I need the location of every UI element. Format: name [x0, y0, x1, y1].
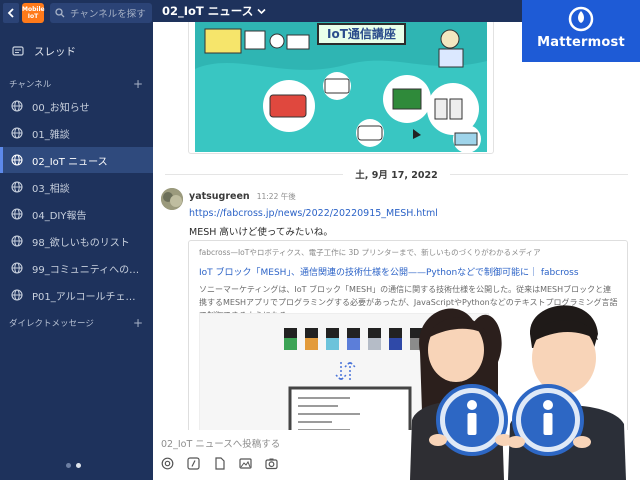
team-label: Mobile IoT	[22, 6, 45, 20]
channel-label: P01_アルコールチェ…	[32, 291, 136, 303]
sidebar: Mobile IoT チャンネルを探す スレッド チャンネル + 00_お知らせ…	[0, 0, 153, 480]
post-time[interactable]: 11:22 午後	[257, 192, 296, 201]
channel-label: 99_コミュニティへの…	[32, 264, 140, 276]
page-dot-active[interactable]	[76, 463, 81, 468]
search-placeholder: チャンネルを探す	[70, 9, 146, 20]
image-attachment[interactable]: IoT通信講座	[188, 22, 494, 154]
sidebar-item-threads[interactable]: スレッド	[12, 44, 76, 59]
sidebar-item-channel[interactable]: 98_欲しいものリスト	[0, 228, 153, 254]
mattermost-icon	[568, 6, 594, 32]
mattermost-wordmark: Mattermost	[537, 35, 625, 50]
channel-title[interactable]: 02_IoT ニュース	[162, 3, 253, 19]
date-separator: 土, 9月 17, 2022	[153, 167, 640, 181]
globe-icon	[11, 262, 23, 274]
page-dot[interactable]	[66, 463, 71, 468]
post-username[interactable]: yatsugreen	[189, 191, 250, 202]
team-icon[interactable]: Mobile IoT	[22, 3, 45, 23]
channel-label: 04_DIY報告	[32, 210, 87, 222]
back-button[interactable]	[3, 3, 19, 23]
sidebar-item-channel[interactable]: 03_相談	[0, 174, 153, 200]
threads-icon	[12, 45, 24, 56]
globe-icon	[11, 154, 23, 166]
composer-toolbar	[161, 457, 278, 470]
direct-section-header[interactable]: ダイレクトメッセージ +	[9, 316, 143, 330]
divider	[449, 173, 629, 175]
sidebar-item-channel[interactable]: 99_コミュニティへの…	[0, 255, 153, 281]
preview-title[interactable]: IoT ブロック「MESH」、通信関連の技術仕様を公開——Pythonなどで制御…	[199, 265, 579, 278]
post-link[interactable]: https://fabcross.jp/news/2022/20220915_M…	[189, 208, 438, 219]
globe-icon	[11, 181, 23, 193]
channel-label: 00_お知らせ	[32, 102, 90, 114]
channel-label: 03_相談	[32, 183, 70, 195]
message-input[interactable]: 02_IoT ニュースへ投稿する	[161, 436, 280, 450]
chevron-left-icon	[7, 8, 14, 18]
preview-site-name: fabcross—IoTやロボティクス、電子工作に 3D プリンターまで、新しい…	[199, 248, 541, 257]
channels-section-label: チャンネル	[9, 80, 52, 90]
search-icon	[55, 8, 65, 18]
camera-icon[interactable]	[265, 457, 278, 470]
globe-icon	[11, 235, 23, 247]
sidebar-item-channel[interactable]: 04_DIY報告	[0, 201, 153, 227]
avatar[interactable]	[161, 188, 183, 210]
globe-icon	[11, 289, 23, 301]
globe-icon	[11, 208, 23, 220]
globe-icon	[11, 100, 23, 112]
slash-command-icon[interactable]	[187, 457, 200, 470]
promo-banner: IoT通信講座	[317, 23, 406, 45]
file-icon[interactable]	[213, 457, 226, 470]
sidebar-item-channel[interactable]: 00_お知らせ	[0, 93, 153, 119]
sidebar-top: Mobile IoT チャンネルを探す	[0, 0, 153, 26]
image-icon[interactable]	[239, 457, 252, 470]
post-meta: yatsugreen 11:22 午後	[189, 191, 296, 202]
sidebar-item-channel[interactable]: 02_IoT ニュース	[0, 147, 153, 173]
add-direct-icon[interactable]: +	[133, 316, 143, 330]
direct-section-label: ダイレクトメッセージ	[9, 319, 94, 329]
mention-icon[interactable]	[161, 457, 174, 470]
chevron-down-icon[interactable]	[257, 8, 266, 15]
threads-label: スレッド	[34, 46, 76, 58]
post-message: MESH 高いけど使ってみたいね。	[189, 227, 333, 238]
sidebar-item-channel[interactable]: 01_雑談	[0, 120, 153, 146]
channel-label: 98_欲しいものリスト	[32, 237, 130, 249]
mattermost-logo: Mattermost	[522, 0, 640, 62]
add-channel-icon[interactable]: +	[133, 77, 143, 91]
promo-image: IoT通信講座	[195, 22, 487, 152]
date-separator-label: 土, 9月 17, 2022	[355, 170, 438, 181]
channels-section-header[interactable]: チャンネル +	[9, 77, 143, 91]
page-dots	[66, 463, 81, 468]
avatar-image	[161, 188, 183, 210]
channel-label: 02_IoT ニュース	[32, 156, 108, 168]
info-mascots-illustration	[410, 305, 626, 480]
channel-search-input[interactable]: チャンネルを探す	[50, 3, 152, 23]
divider	[165, 173, 344, 175]
app-window: Mobile IoT チャンネルを探す スレッド チャンネル + 00_お知らせ…	[0, 0, 640, 480]
globe-icon	[11, 127, 23, 139]
sidebar-item-channel[interactable]: P01_アルコールチェ…	[0, 282, 153, 308]
channel-label: 01_雑談	[32, 129, 70, 141]
